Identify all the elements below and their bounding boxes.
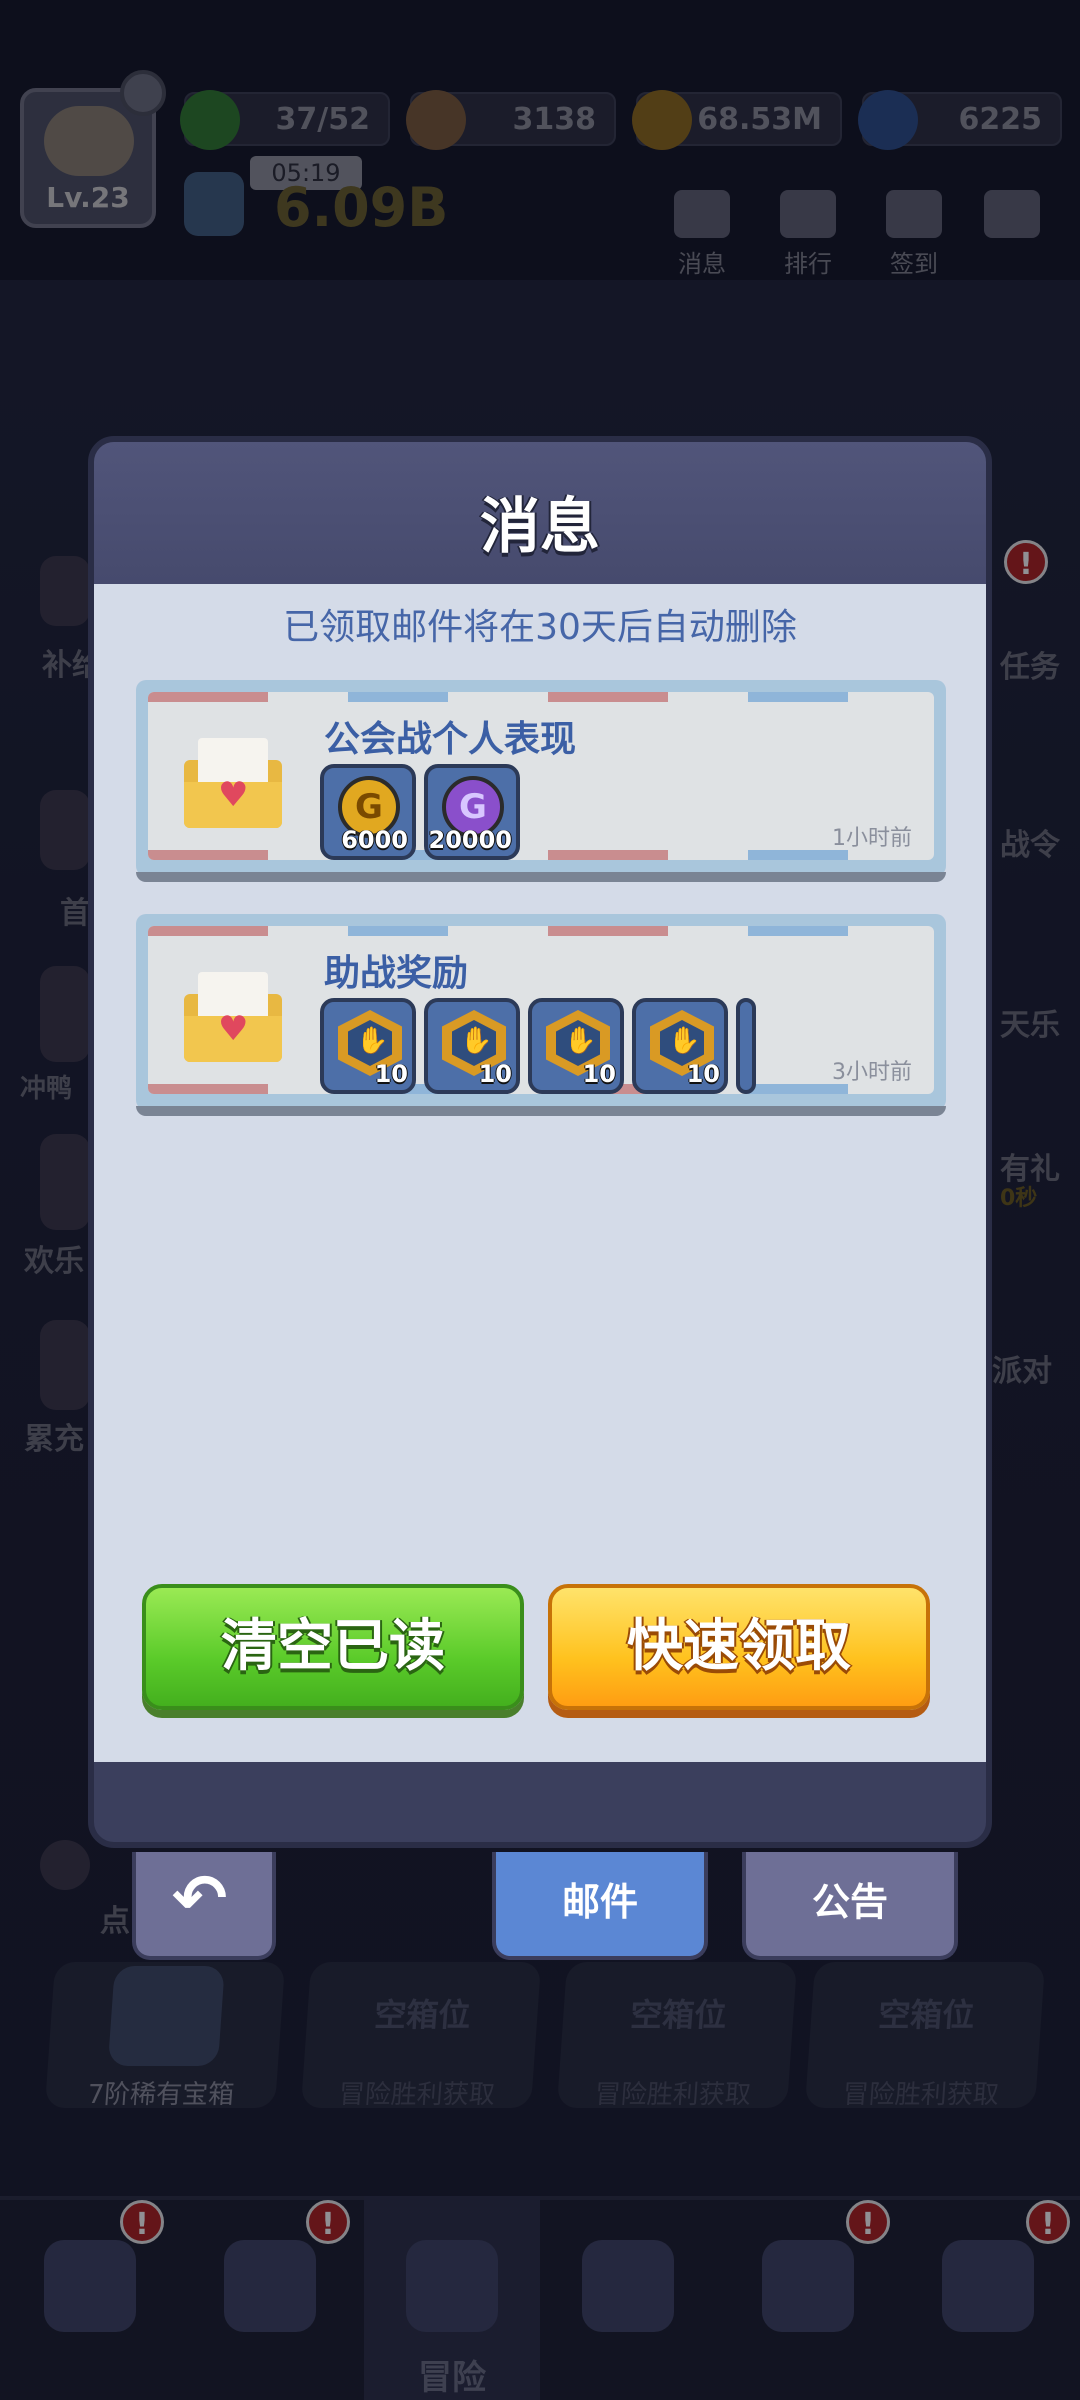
mail-item[interactable]: ♥ 助战奖励 ✋ 10 ✋ 10 ✋ 10 ✋ 10 3小时前	[136, 914, 946, 1116]
reward-qty: 10	[582, 1060, 616, 1088]
mail-title: 公会战个人表现	[324, 719, 577, 760]
auto-delete-notice: 已领取邮件将在30天后自动删除	[283, 607, 797, 648]
mail-time: 3小时前	[832, 1060, 912, 1085]
reward-item[interactable]: G 6000	[320, 764, 416, 860]
reward-item-clipped[interactable]	[736, 998, 756, 1094]
mail-stripe-top	[148, 692, 934, 702]
mail-stripe-top	[148, 926, 934, 936]
mail-title: 助战奖励	[324, 953, 469, 994]
reward-qty: 10	[686, 1060, 720, 1088]
reward-item[interactable]: ✋ 10	[632, 998, 728, 1094]
dialog-title: 消息	[480, 492, 600, 562]
mail-time: 1小时前	[832, 826, 912, 851]
mail-card: ♥ 助战奖励 ✋ 10 ✋ 10 ✋ 10 ✋ 10 3小时前	[148, 926, 934, 1094]
back-arrow-icon: ↶	[172, 1860, 228, 1937]
tab-mail[interactable]: 邮件	[492, 1852, 708, 1960]
reward-qty: 20000	[428, 826, 513, 854]
reward-item[interactable]: ✋ 10	[528, 998, 624, 1094]
back-button[interactable]: ↶	[132, 1852, 276, 1960]
mail-stripe-bottom	[148, 850, 934, 860]
mail-card-shadow	[136, 872, 946, 882]
quick-claim-button[interactable]: 快速领取	[548, 1584, 930, 1710]
clear-read-button[interactable]: 清空已读	[142, 1584, 524, 1710]
open-envelope-heart-icon: ♥	[184, 732, 282, 828]
reward-qty: 10	[374, 1060, 408, 1088]
mail-card: ♥ 公会战个人表现 G 6000 G 20000 1小时前	[148, 692, 934, 860]
reward-item[interactable]: ✋ 10	[424, 998, 520, 1094]
mail-item[interactable]: ♥ 公会战个人表现 G 6000 G 20000 1小时前	[136, 680, 946, 882]
reward-item[interactable]: ✋ 10	[320, 998, 416, 1094]
reward-item[interactable]: G 20000	[424, 764, 520, 860]
mail-card-shadow	[136, 1106, 946, 1116]
tab-announcement[interactable]: 公告	[742, 1852, 958, 1960]
open-envelope-heart-icon: ♥	[184, 966, 282, 1062]
reward-qty: 6000	[341, 826, 408, 854]
reward-qty: 10	[478, 1060, 512, 1088]
